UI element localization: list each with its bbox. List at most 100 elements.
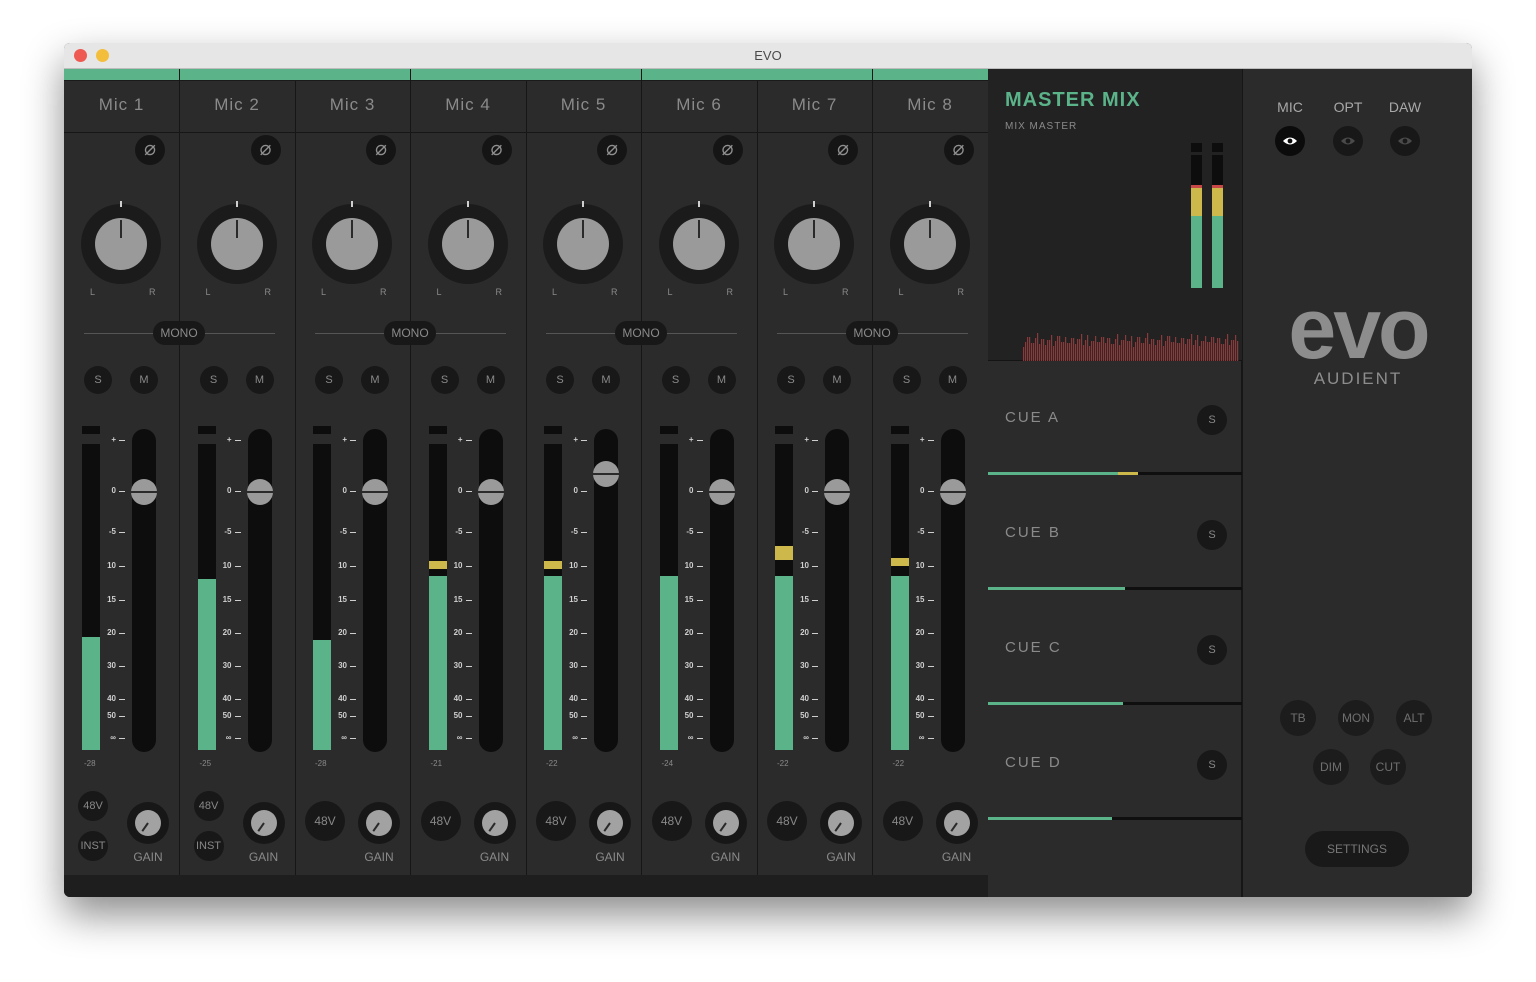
- solo-button[interactable]: S: [315, 366, 343, 394]
- cue-level-bar[interactable]: [988, 817, 1242, 820]
- cue-solo-button[interactable]: S: [1197, 635, 1227, 665]
- phase-invert-icon[interactable]: ⌀: [250, 135, 281, 165]
- cue-level-bar[interactable]: [988, 702, 1242, 705]
- solo-button[interactable]: S: [546, 366, 574, 394]
- channel-name[interactable]: Mic 6: [642, 95, 757, 115]
- cue-mix[interactable]: CUE B S: [988, 476, 1242, 591]
- source-button-opt[interactable]: [1333, 126, 1363, 156]
- fader-handle[interactable]: [939, 479, 966, 505]
- cue-solo-button[interactable]: S: [1197, 520, 1227, 550]
- mono-button[interactable]: MONO: [615, 321, 667, 345]
- mute-button[interactable]: M: [592, 366, 620, 394]
- mono-button[interactable]: MONO: [384, 321, 436, 345]
- solo-button[interactable]: S: [84, 366, 112, 394]
- mute-button[interactable]: M: [245, 366, 274, 394]
- pan-knob[interactable]: [889, 201, 970, 284]
- phantom-48v-button[interactable]: 48V: [305, 801, 345, 841]
- phantom-48v-button[interactable]: 48V: [193, 791, 224, 821]
- channel-name[interactable]: Mic 1: [64, 95, 179, 115]
- pan-knob[interactable]: [427, 201, 508, 284]
- pan-knob[interactable]: [658, 201, 739, 284]
- phantom-48v-button[interactable]: 48V: [420, 801, 461, 841]
- solo-button[interactable]: S: [892, 366, 921, 394]
- mon-button[interactable]: MON: [1338, 700, 1374, 736]
- gain-knob[interactable]: [589, 802, 631, 844]
- phase-invert-icon[interactable]: ⌀: [712, 135, 743, 165]
- gain-knob[interactable]: [242, 802, 285, 844]
- dim-button[interactable]: DIM: [1313, 749, 1349, 785]
- fader-handle[interactable]: [593, 461, 619, 487]
- fader-track[interactable]: [709, 429, 734, 752]
- fader-handle[interactable]: [824, 479, 850, 505]
- phantom-48v-button[interactable]: 48V: [767, 801, 807, 841]
- mono-button[interactable]: MONO: [153, 321, 205, 345]
- alt-button[interactable]: ALT: [1396, 700, 1432, 736]
- pan-knob[interactable]: [774, 201, 854, 284]
- phantom-48v-button[interactable]: 48V: [651, 801, 692, 841]
- fader-track[interactable]: [363, 429, 387, 752]
- phase-invert-icon[interactable]: ⌀: [597, 135, 627, 165]
- cue-mix[interactable]: CUE C S: [988, 591, 1242, 706]
- gain-knob[interactable]: [358, 802, 400, 844]
- phantom-48v-button[interactable]: 48V: [536, 801, 576, 841]
- cue-solo-button[interactable]: S: [1197, 405, 1227, 435]
- cue-level-bar[interactable]: [988, 587, 1242, 590]
- fader-handle[interactable]: [477, 479, 504, 505]
- gain-knob[interactable]: [935, 802, 978, 844]
- fader-track[interactable]: [132, 429, 156, 752]
- fader-handle[interactable]: [362, 479, 388, 505]
- solo-button[interactable]: S: [661, 366, 690, 394]
- channel-name[interactable]: Mic 8: [873, 95, 988, 115]
- gain-knob[interactable]: [473, 802, 516, 844]
- phantom-48v-button[interactable]: 48V: [882, 801, 923, 841]
- pan-knob[interactable]: [543, 201, 623, 284]
- phase-invert-icon[interactable]: ⌀: [135, 135, 165, 165]
- talkback-button[interactable]: TB: [1280, 700, 1316, 736]
- fader-handle[interactable]: [131, 479, 157, 505]
- inst-button[interactable]: INST: [78, 831, 108, 861]
- fader-track[interactable]: [247, 429, 272, 752]
- gain-knob[interactable]: [127, 802, 169, 844]
- source-button-mic[interactable]: [1275, 126, 1305, 156]
- master-mix-panel[interactable]: MASTER MIX MIX MASTER: [988, 69, 1242, 361]
- settings-button[interactable]: SETTINGS: [1305, 831, 1409, 867]
- phase-invert-icon[interactable]: ⌀: [481, 135, 512, 165]
- solo-button[interactable]: S: [199, 366, 228, 394]
- inst-button[interactable]: INST: [193, 831, 224, 861]
- fader-track[interactable]: [478, 429, 503, 752]
- solo-button[interactable]: S: [777, 366, 805, 394]
- fader-handle[interactable]: [246, 479, 273, 505]
- cue-mix[interactable]: CUE D S: [988, 706, 1242, 821]
- mute-button[interactable]: M: [823, 366, 851, 394]
- gain-knob[interactable]: [704, 802, 747, 844]
- scale-label: +: [457, 435, 463, 444]
- channel-name[interactable]: Mic 2: [180, 95, 295, 115]
- fader-handle[interactable]: [708, 479, 735, 505]
- mute-button[interactable]: M: [707, 366, 736, 394]
- channel-name[interactable]: Mic 3: [295, 95, 410, 115]
- mono-button[interactable]: MONO: [846, 321, 898, 345]
- phase-invert-icon[interactable]: ⌀: [828, 135, 858, 165]
- solo-button[interactable]: S: [430, 366, 459, 394]
- cue-solo-button[interactable]: S: [1197, 750, 1227, 780]
- mute-button[interactable]: M: [361, 366, 389, 394]
- mute-button[interactable]: M: [130, 366, 158, 394]
- source-button-daw[interactable]: [1390, 126, 1420, 156]
- mute-button[interactable]: M: [938, 366, 967, 394]
- cue-mix[interactable]: CUE A S: [988, 361, 1242, 476]
- phantom-48v-button[interactable]: 48V: [78, 791, 108, 821]
- channel-name[interactable]: Mic 5: [526, 95, 641, 115]
- gain-knob[interactable]: [820, 802, 862, 844]
- cut-button[interactable]: CUT: [1370, 749, 1406, 785]
- mute-button[interactable]: M: [476, 366, 505, 394]
- phase-invert-icon[interactable]: ⌀: [943, 135, 974, 165]
- channel-name[interactable]: Mic 7: [757, 95, 872, 115]
- fader-track[interactable]: [940, 429, 965, 752]
- fader-track[interactable]: [825, 429, 849, 752]
- pan-knob[interactable]: [196, 201, 277, 284]
- cue-level-bar[interactable]: [988, 472, 1242, 475]
- pan-knob[interactable]: [81, 201, 161, 284]
- channel-name[interactable]: Mic 4: [411, 95, 526, 115]
- pan-knob[interactable]: [312, 201, 392, 284]
- phase-invert-icon[interactable]: ⌀: [366, 135, 396, 165]
